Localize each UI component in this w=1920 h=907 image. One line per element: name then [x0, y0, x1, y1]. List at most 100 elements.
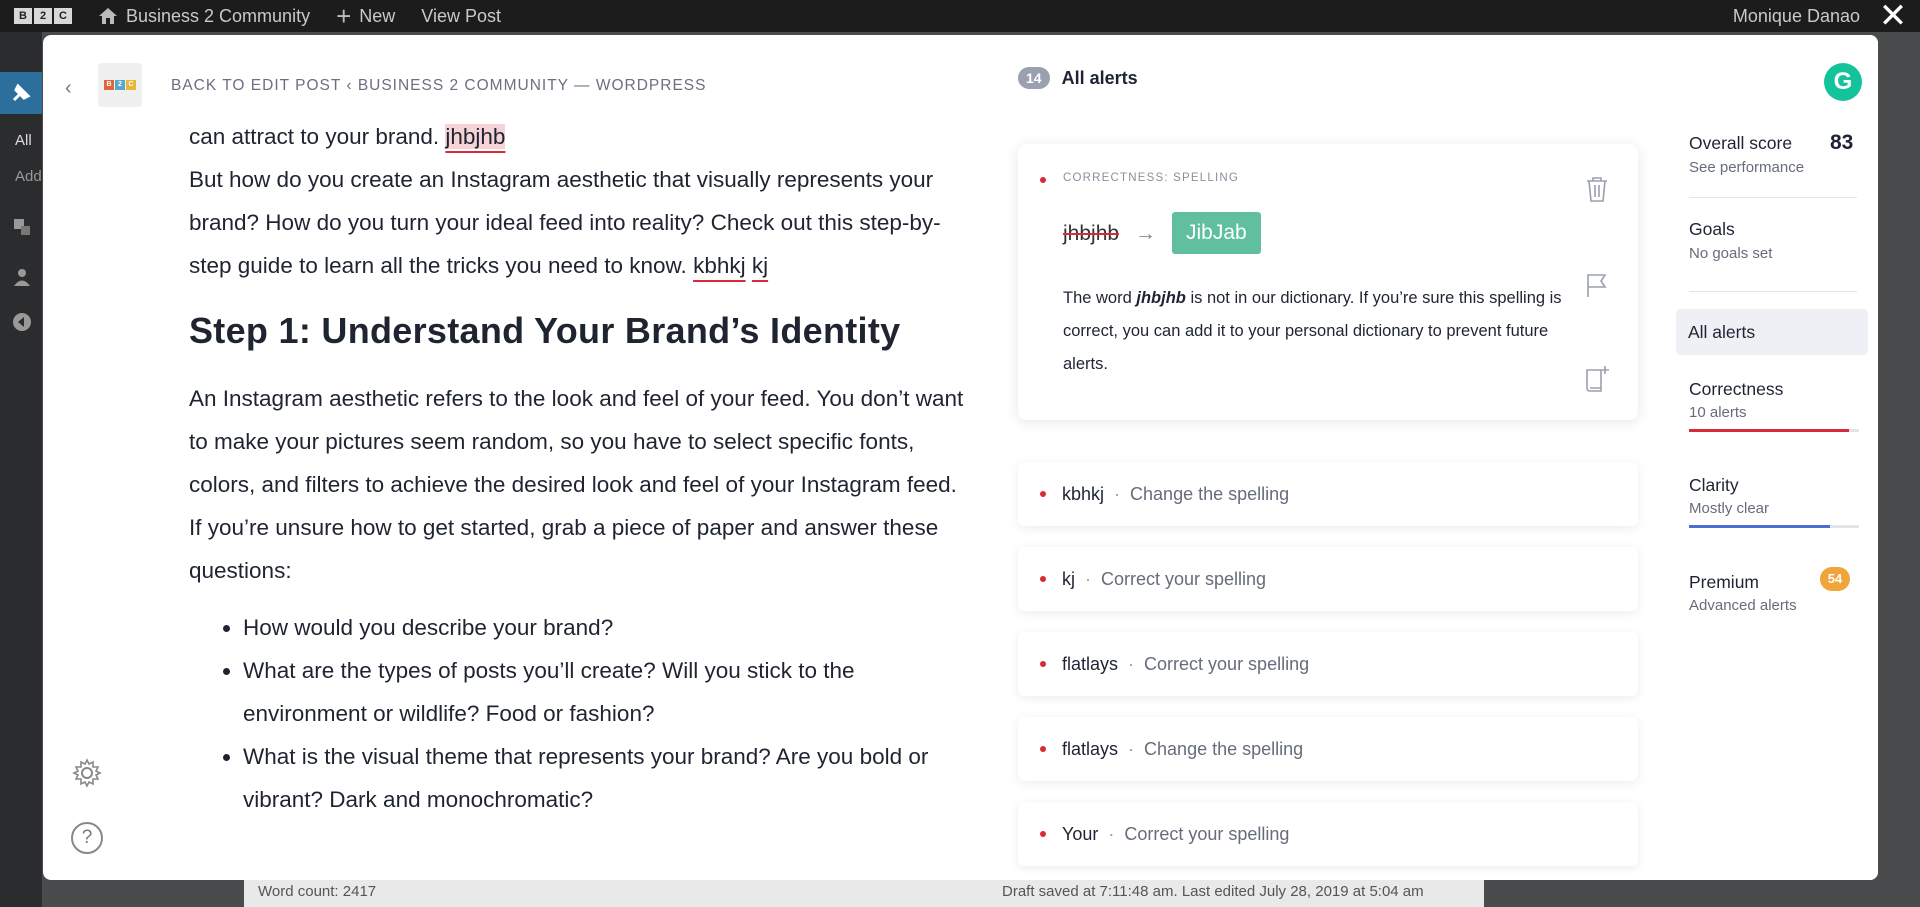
alert-hint: Change the spelling — [1130, 483, 1290, 504]
alert-row[interactable]: flatlays · Correct your spelling — [1018, 632, 1638, 696]
b2c-logo[interactable]: B 2 C — [14, 8, 72, 24]
tab-all-alerts[interactable]: All alerts — [1676, 309, 1868, 355]
paragraph: An Instagram aesthetic refers to the loo… — [189, 386, 964, 583]
plugin-icon[interactable] — [12, 217, 32, 237]
alert-description: The word jhbjhb is not in our dictionary… — [1063, 282, 1583, 381]
logo-letter: C — [54, 8, 72, 24]
document-editor[interactable]: can attract to your brand. jhbjhb But ho… — [189, 115, 969, 821]
suggestion-button[interactable]: JibJab — [1172, 212, 1261, 254]
paragraph: can attract to your brand. jhbjhb — [189, 115, 969, 158]
flag-icon[interactable] — [1585, 272, 1609, 298]
site-logo: B 2 C — [98, 63, 142, 107]
paragraph-text: But how do you create an Instagram aesth… — [189, 167, 941, 278]
user-name[interactable]: Monique Danao — [1733, 6, 1860, 27]
draft-saved-status: Draft saved at 7:11:48 am. Last edited J… — [1002, 883, 1424, 900]
site-name: Business 2 Community — [126, 5, 311, 26]
alert-row[interactable]: flatlays · Change the spelling — [1018, 717, 1638, 781]
alert-row[interactable]: Your · Correct your spelling — [1018, 802, 1638, 866]
arrow-icon: → — [1135, 222, 1156, 245]
logo-letter: B — [14, 8, 32, 24]
clarity-bar-fill — [1689, 525, 1831, 528]
correctness-bar-fill — [1689, 429, 1849, 432]
separator: · — [1114, 483, 1121, 504]
tab-clarity[interactable]: Clarity Mostly clear — [1689, 475, 1869, 528]
back-to-edit-post-link[interactable]: BACK TO EDIT POST ‹ BUSINESS 2 COMMUNITY… — [171, 77, 706, 95]
help-icon[interactable]: ? — [71, 822, 103, 854]
background-overlay — [1878, 32, 1920, 907]
separator: · — [1128, 653, 1135, 674]
divider — [1689, 291, 1857, 292]
see-performance-link[interactable]: See performance — [1689, 159, 1804, 176]
alert-hint: Correct your spelling — [1101, 568, 1267, 589]
section-heading: Step 1: Understand Your Brand’s Identity — [189, 310, 901, 351]
logo-letter: C — [126, 80, 136, 90]
category-label: Correctness — [1689, 379, 1784, 399]
category-sub: Advanced alerts — [1689, 597, 1797, 614]
logo-letter: B — [104, 80, 114, 90]
error-dot — [1040, 177, 1046, 183]
desc-text: The word — [1063, 289, 1137, 307]
alerts-title: All alerts — [1061, 67, 1138, 88]
goals-status: No goals set — [1689, 245, 1773, 262]
spelling-error[interactable]: kbhkj — [693, 253, 746, 278]
gear-icon[interactable] — [71, 757, 103, 789]
alert-category: CORRECTNESS: SPELLING — [1063, 172, 1240, 184]
logo-letter: 2 — [115, 80, 125, 90]
close-icon[interactable]: ✕ — [1878, 0, 1908, 33]
pin-icon[interactable] — [0, 72, 42, 114]
separator: · — [1128, 738, 1135, 759]
alert-row[interactable]: kj · Correct your spelling — [1018, 547, 1638, 611]
category-sub: 10 alerts — [1689, 404, 1747, 421]
plus-icon: + — [336, 1, 352, 31]
view-post-link[interactable]: View Post — [421, 6, 501, 27]
grammarly-editor-modal: ‹ B 2 C BACK TO EDIT POST ‹ BUSINESS 2 C… — [43, 35, 1878, 880]
spelling-error[interactable]: jhbjhb — [445, 124, 506, 149]
bullet-list: How would you describe your brand? What … — [189, 606, 969, 821]
list-item: What is the visual theme that represents… — [243, 735, 969, 821]
alert-word: flatlays — [1062, 738, 1119, 759]
collapse-icon[interactable] — [12, 312, 32, 332]
desc-word: jhbjhb — [1136, 289, 1186, 307]
tab-correctness[interactable]: Correctness 10 alerts — [1689, 379, 1869, 432]
site-name-link[interactable]: Business 2 Community — [98, 6, 310, 27]
alert-hint: Change the spelling — [1144, 738, 1304, 759]
wp-menu-all[interactable]: All — [15, 132, 32, 149]
paragraph: But how do you create an Instagram aesth… — [189, 158, 969, 287]
category-sub: Mostly clear — [1689, 500, 1770, 517]
alert-hint: Correct your spelling — [1124, 823, 1290, 844]
error-dot — [1040, 746, 1046, 752]
list-item: What are the types of posts you’ll creat… — [243, 649, 969, 735]
category-label: Clarity — [1689, 475, 1739, 495]
divider — [1689, 197, 1857, 198]
premium-count-badge: 54 — [1820, 567, 1850, 591]
original-word: jhbjhb — [1063, 222, 1120, 245]
wp-menu-add[interactable]: Add — [15, 168, 42, 185]
back-chevron-icon[interactable]: ‹ — [65, 77, 72, 100]
error-dot — [1040, 831, 1046, 837]
alert-word: Your — [1062, 823, 1099, 844]
add-to-dictionary-icon[interactable] — [1584, 364, 1610, 394]
home-icon — [99, 8, 117, 24]
list-item: How would you describe your brand? — [243, 606, 969, 649]
trash-icon[interactable] — [1584, 174, 1610, 204]
alerts-count-badge: 14 — [1018, 67, 1050, 89]
correctness-bar — [1689, 429, 1859, 432]
alerts-header: 14 All alerts — [1018, 67, 1138, 89]
spelling-error[interactable]: kj — [752, 253, 768, 278]
view-post-label: View Post — [421, 5, 501, 26]
alert-row[interactable]: kbhkj · Change the spelling — [1018, 462, 1638, 526]
alert-word: kj — [1062, 568, 1075, 589]
paragraph-text: can attract to your brand. — [189, 124, 446, 149]
new-link[interactable]: + New — [336, 1, 395, 31]
editor-status-bar: Word count: 2417 Draft saved at 7:11:48 … — [244, 880, 1484, 907]
alert-word: flatlays — [1062, 653, 1119, 674]
grammarly-logo-icon[interactable]: G — [1824, 63, 1862, 101]
goals-label: Goals — [1689, 219, 1735, 239]
overall-score-label: Overall score — [1689, 133, 1793, 153]
expanded-alert-card[interactable]: CORRECTNESS: SPELLING jhbjhb → JibJab Th… — [1018, 144, 1638, 420]
error-dot — [1040, 576, 1046, 582]
error-dot — [1040, 661, 1046, 667]
user-icon[interactable] — [12, 267, 32, 287]
alert-hint: Correct your spelling — [1144, 653, 1310, 674]
logo-letter: 2 — [34, 8, 52, 24]
